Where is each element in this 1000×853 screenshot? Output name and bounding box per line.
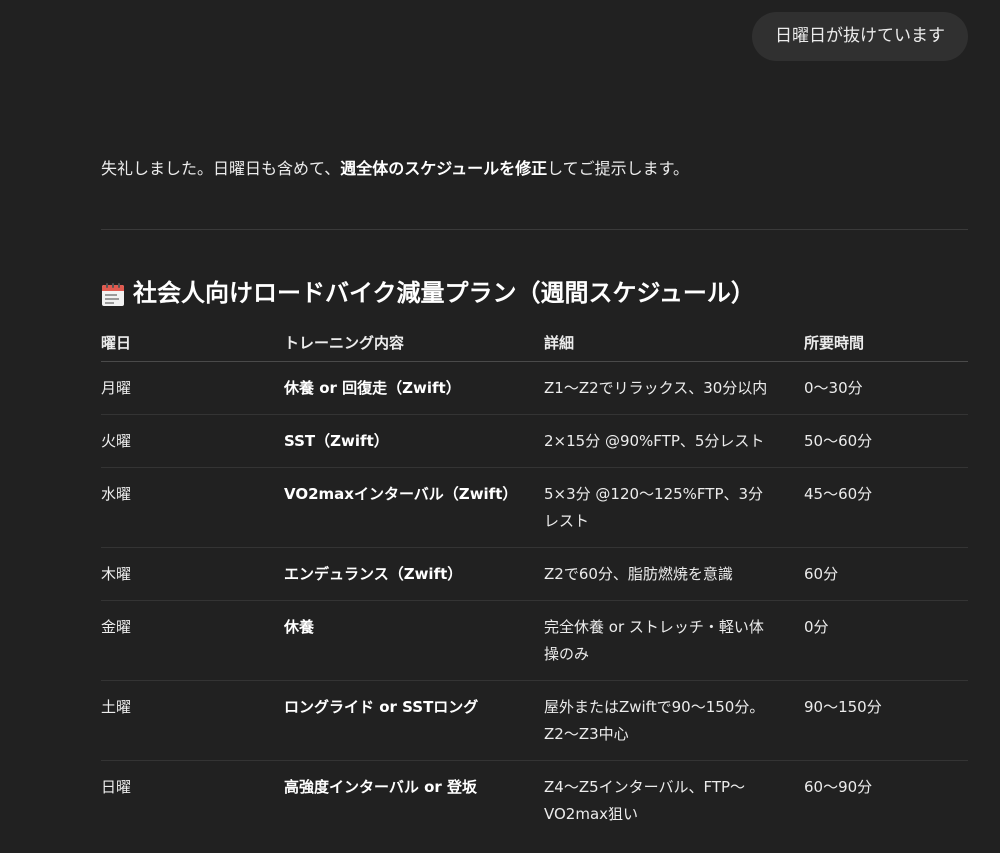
table-row: 金曜 休養 完全休養 or ストレッチ・軽い体操のみ 0分 [101, 600, 968, 681]
cell-training: エンデュランス（Zwift） [284, 547, 544, 601]
user-message-bubble: 日曜日が抜けています [752, 12, 968, 61]
table-row: 日曜 高強度インターバル or 登坂 Z4〜Z5インターバル、FTP〜VO2ma… [101, 761, 968, 841]
table-row: 水曜 VO2maxインターバル（Zwift） 5×3分 @120〜125%FTP… [101, 467, 968, 548]
table-header-row: 曜日 トレーニング内容 詳細 所要時間 [101, 323, 968, 362]
cell-duration: 0〜30分 [804, 361, 968, 415]
cell-duration: 50〜60分 [804, 414, 968, 468]
cell-duration: 60〜90分 [804, 778, 873, 796]
cell-detail: 屋外またはZwiftで90〜150分。Z2〜Z3中心 [544, 680, 804, 761]
cell-day: 火曜 [101, 414, 284, 468]
cell-detail: Z4〜Z5インターバル、FTP〜VO2max狙い [544, 778, 746, 823]
header-day: 曜日 [101, 323, 284, 362]
cell-duration: 90〜150分 [804, 680, 968, 761]
cell-day: 月曜 [101, 361, 284, 415]
cell-training: ロングライド or SSTロング [284, 680, 544, 761]
cell-training: VO2maxインターバル（Zwift） [284, 467, 544, 548]
plan-heading-text: 社会人向けロードバイク減量プラン（週間スケジュール） [133, 279, 755, 307]
cell-detail: Z1〜Z2でリラックス、30分以内 [544, 361, 804, 415]
cell-detail: 完全休養 or ストレッチ・軽い体操のみ [544, 600, 804, 681]
cell-detail: Z2で60分、脂肪燃焼を意識 [544, 547, 804, 601]
table-row: 木曜 エンデュランス（Zwift） Z2で60分、脂肪燃焼を意識 60分 [101, 547, 968, 601]
intro-text-bold: 週全体のスケジュールを修正 [340, 159, 548, 178]
header-training: トレーニング内容 [284, 323, 544, 362]
cell-training: 休養 or 回復走（Zwift） [284, 361, 544, 415]
cell-duration: 60分 [804, 547, 968, 601]
cell-duration: 0分 [804, 600, 968, 681]
table-row: 火曜 SST（Zwift） 2×15分 @90%FTP、5分レスト 50〜60分 [101, 414, 968, 468]
assistant-intro: 失礼しました。日曜日も含めて、週全体のスケジュールを修正してご提示します。 [101, 155, 689, 183]
cell-day: 金曜 [101, 600, 284, 681]
table-row: 月曜 休養 or 回復走（Zwift） Z1〜Z2でリラックス、30分以内 0〜… [101, 361, 968, 415]
schedule-table: 曜日 トレーニング内容 詳細 所要時間 月曜 休養 or 回復走（Zwift） … [101, 323, 968, 840]
cell-day: 日曜 [101, 778, 132, 796]
table-row: 土曜 ロングライド or SSTロング 屋外またはZwiftで90〜150分。Z… [101, 680, 968, 761]
header-detail: 詳細 [544, 323, 804, 362]
divider [101, 229, 968, 230]
cell-training: 高強度インターバル or 登坂 [284, 778, 477, 796]
cell-training: SST（Zwift） [284, 414, 544, 468]
header-duration: 所要時間 [804, 323, 968, 362]
intro-text-before: 失礼しました。日曜日も含めて、 [101, 159, 341, 178]
intro-text-after: してご提示します。 [547, 159, 690, 178]
cell-day: 木曜 [101, 547, 284, 601]
cell-training: 休養 [284, 600, 544, 681]
calendar-icon [101, 282, 125, 307]
cell-day: 水曜 [101, 467, 284, 548]
cell-detail: 5×3分 @120〜125%FTP、3分レスト [544, 467, 804, 548]
cell-detail: 2×15分 @90%FTP、5分レスト [544, 414, 804, 468]
cell-day: 土曜 [101, 680, 284, 761]
plan-heading: 社会人向けロードバイク減量プラン（週間スケジュール） [101, 276, 755, 310]
cell-duration: 45〜60分 [804, 467, 968, 548]
